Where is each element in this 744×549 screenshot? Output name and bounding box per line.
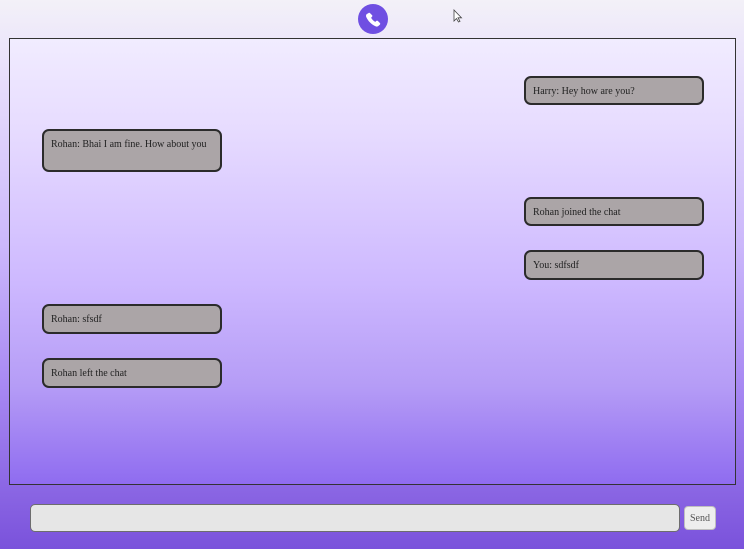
message-text: Rohan joined the chat [533, 207, 621, 218]
message-text: You: sdfsdf [533, 260, 579, 271]
message-input[interactable] [30, 504, 680, 532]
top-logo [356, 3, 390, 37]
chat-container: Harry: Hey how are you? Rohan: Bhai I am… [9, 38, 736, 485]
message-text: Rohan: sfsdf [51, 314, 102, 325]
message-bubble: Rohan: sfsdf [42, 304, 222, 334]
message-bubble: Harry: Hey how are you? [524, 76, 704, 105]
message-bubble: Rohan joined the chat [524, 197, 704, 226]
send-button[interactable]: Send [684, 506, 716, 530]
message-text: Harry: Hey how are you? [533, 86, 635, 97]
message-bubble: Rohan left the chat [42, 358, 222, 388]
message-bubble: You: sdfsdf [524, 250, 704, 280]
message-text: Rohan left the chat [51, 368, 127, 379]
message-text: Rohan: Bhai I am fine. How about you [51, 139, 207, 150]
message-bubble: Rohan: Bhai I am fine. How about you [42, 129, 222, 172]
mouse-cursor-icon [453, 9, 463, 23]
